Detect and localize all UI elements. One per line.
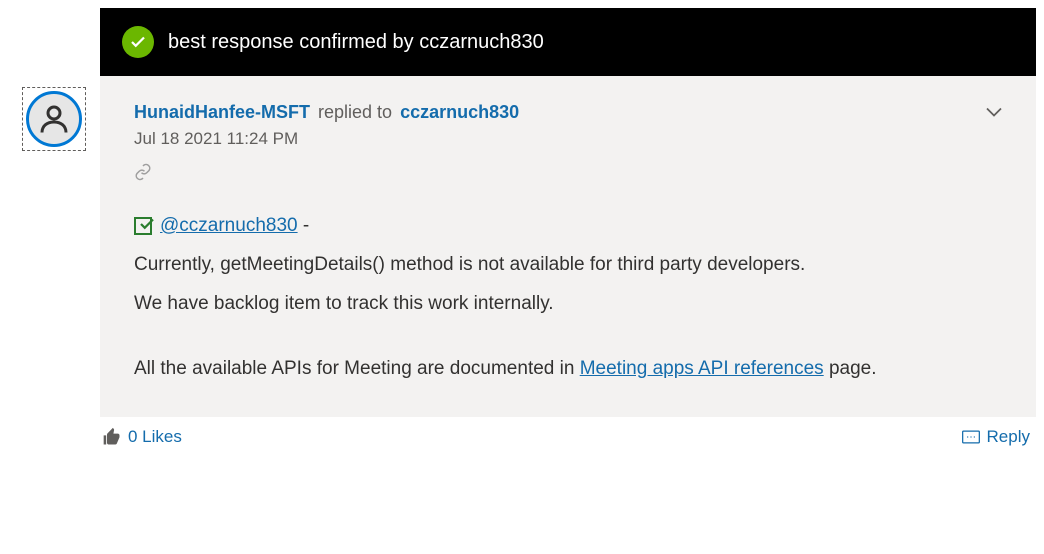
- reply-label: Reply: [987, 427, 1030, 447]
- replied-to-label: replied to: [318, 102, 392, 123]
- reply-button[interactable]: Reply: [961, 427, 1030, 447]
- best-response-banner: best response confirmed by cczarnuch830: [100, 8, 1036, 76]
- body-line-2: We have backlog item to track this work …: [134, 286, 1002, 321]
- timestamp: Jul 18 2021 11:24 PM: [134, 129, 1002, 149]
- post-body: HunaidHanfee-MSFT replied to cczarnuch83…: [100, 76, 1036, 417]
- mention-link[interactable]: @cczarnuch830: [160, 215, 298, 236]
- target-user-link[interactable]: cczarnuch830: [400, 102, 519, 123]
- user-avatar[interactable]: [26, 91, 82, 147]
- likes-button[interactable]: 0 Likes: [102, 427, 182, 447]
- permalink-button[interactable]: [134, 163, 1002, 186]
- mention-suffix: -: [303, 215, 309, 236]
- body-line-1: Currently, getMeetingDetails() method is…: [134, 247, 1002, 282]
- post-footer: 0 Likes Reply: [100, 417, 1036, 447]
- resolved-check-icon: [134, 217, 152, 235]
- reply-icon: [961, 429, 981, 445]
- likes-count: 0 Likes: [128, 427, 182, 447]
- person-icon: [36, 101, 72, 137]
- banner-text: best response confirmed by cczarnuch830: [168, 31, 544, 54]
- link-icon: [134, 163, 152, 181]
- body-line-3-suffix: page.: [824, 358, 877, 379]
- mention-row: @cczarnuch830 -: [134, 208, 1002, 243]
- body-line-3-prefix: All the available APIs for Meeting are d…: [134, 358, 580, 379]
- author-link[interactable]: HunaidHanfee-MSFT: [134, 102, 310, 123]
- api-reference-link[interactable]: Meeting apps API references: [580, 358, 824, 379]
- post-container: best response confirmed by cczarnuch830 …: [100, 8, 1036, 447]
- body-line-3: All the available APIs for Meeting are d…: [134, 351, 1002, 386]
- avatar-container: [22, 87, 86, 151]
- checkmark-badge-icon: [122, 26, 154, 58]
- post-content: @cczarnuch830 - Currently, getMeetingDet…: [134, 208, 1002, 387]
- post-header: HunaidHanfee-MSFT replied to cczarnuch83…: [134, 102, 1002, 123]
- thumbs-up-icon: [102, 427, 122, 447]
- chevron-down-icon: [980, 98, 1008, 126]
- collapse-toggle[interactable]: [980, 98, 1008, 131]
